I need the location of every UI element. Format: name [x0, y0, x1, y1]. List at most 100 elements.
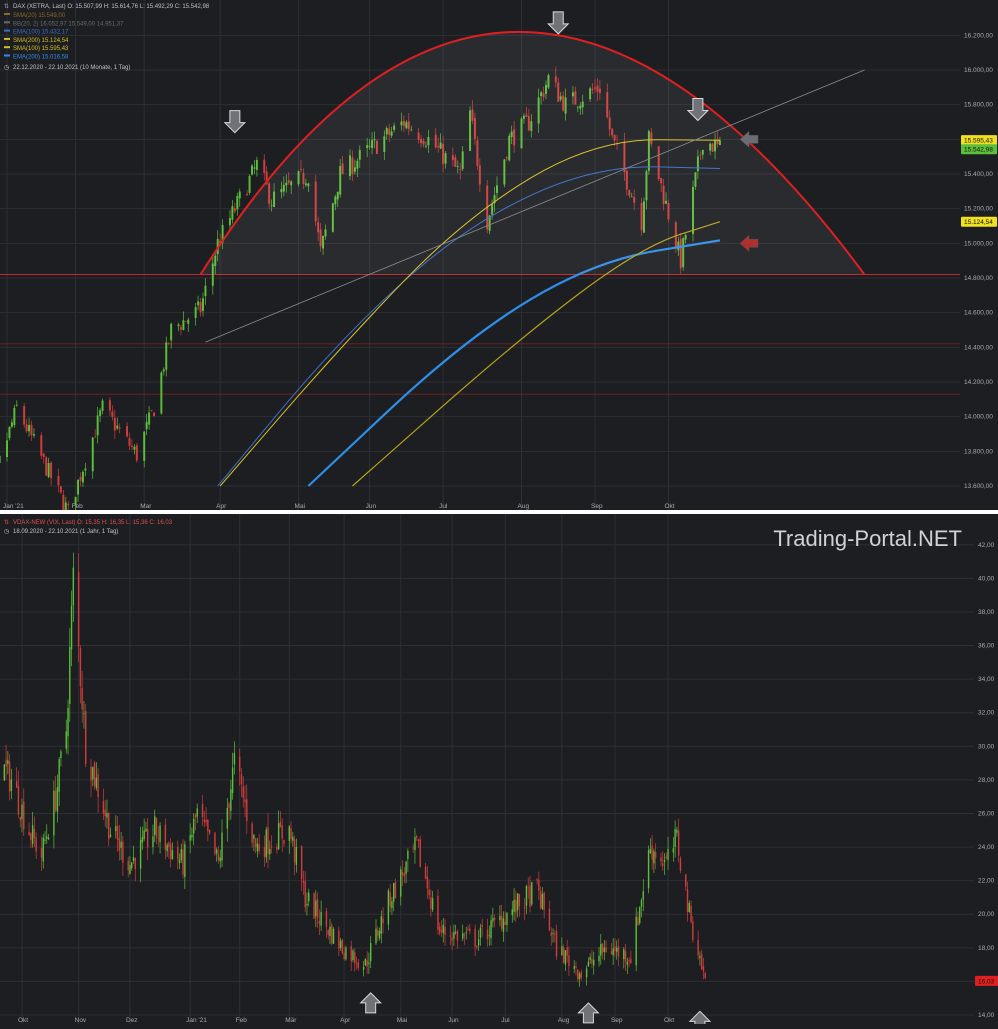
dax-candle-body [57, 475, 60, 485]
vdax-candle-body [626, 961, 629, 965]
vdax-candle-body [97, 774, 99, 797]
vdax-candle-body [17, 786, 20, 815]
vdax-candle-body [531, 882, 533, 905]
vdax-candle [639, 906, 641, 926]
dax-candle-body [246, 193, 249, 196]
vdax-candle-body [118, 838, 121, 851]
vdax-candle-body [555, 931, 558, 957]
vdax-candle-body [44, 839, 46, 841]
vdax-candle-body [362, 966, 365, 970]
vdax-legend-symbol-icon: ⇅ [4, 520, 9, 526]
vdax-candle-body [449, 935, 452, 937]
vdax-candle-body [416, 836, 418, 838]
vdax-candle-body [92, 767, 94, 780]
vdax-candle-body [467, 929, 469, 931]
vdax-candle-body [219, 857, 221, 862]
vdax-candle-body [83, 713, 85, 715]
vdax-candle-body [127, 860, 129, 871]
vdax-candle-body [240, 773, 243, 785]
vdax-candle-body [258, 844, 260, 851]
dax-y-tick-label: 14.000,00 [964, 414, 993, 421]
dax-x-tick-label: Okt [665, 503, 675, 510]
dax-candle-body [47, 462, 50, 478]
dax-price-label: 15.595,43 [964, 138, 993, 145]
dax-y-tick-label: 14.600,00 [964, 310, 993, 317]
vdax-candle-body [332, 928, 335, 944]
dax-candle-body [113, 417, 116, 431]
vdax-candle-body [304, 881, 306, 908]
vdax-candle-body [129, 865, 131, 874]
vdax-candle-body [649, 848, 652, 853]
vdax-candle-body [523, 906, 526, 909]
vdax-candle-body [502, 918, 505, 932]
vdax-candle-body [617, 946, 620, 957]
vdax-candle-body [120, 841, 122, 848]
vdax-candle-body [575, 966, 577, 968]
dax-candle-body [59, 486, 62, 493]
vdax-candle-body [155, 817, 158, 837]
vdax-candle-body [511, 909, 513, 916]
dax-candle-body [133, 446, 136, 450]
vdax-candle-body [662, 863, 664, 866]
dax-candle-body [62, 495, 65, 511]
vdax-candle-body [109, 834, 112, 838]
dax-candle-body [160, 372, 163, 414]
vdax-candle-body [168, 842, 170, 848]
dax-legend-swatch [4, 13, 10, 15]
vdax-candle-body [665, 856, 667, 859]
vdax-candle-body [56, 787, 59, 812]
vdax-candle-body [233, 753, 236, 765]
dax-legend-symbol-icon: ⇅ [4, 4, 9, 10]
vdax-candle-body [601, 943, 604, 953]
vdax-candle-body [630, 958, 632, 964]
dax-candle-body [238, 191, 241, 199]
vdax-candle-body [325, 910, 328, 927]
dax-legend-swatch [4, 29, 10, 32]
vdax-candle-body [276, 846, 278, 851]
dax-y-tick-label: 14.400,00 [964, 344, 993, 351]
vdax-x-tick-label: Okt [18, 1017, 28, 1024]
vdax-y-tick-label: 30,00 [978, 743, 995, 750]
vdax-candle-body [207, 819, 209, 832]
vdax-candle-body [637, 917, 639, 925]
vdax-x-tick-label: Dez [126, 1017, 138, 1024]
vdax-x-tick-label: Jan '21 [186, 1017, 207, 1024]
dax-candle-body [128, 438, 131, 446]
vdax-candle-body [177, 846, 179, 860]
vdax-y-tick-label: 42,00 [978, 542, 995, 549]
vdax-candle-body [21, 804, 23, 820]
dax-candle-body [111, 411, 114, 417]
dax-candle-body [126, 426, 129, 437]
vdax-candle-body [653, 851, 655, 864]
dax-y-tick-label: 13.600,00 [964, 483, 993, 490]
vdax-candle-body [660, 857, 662, 862]
dax-candle [248, 174, 251, 195]
vdax-candle-body [72, 567, 75, 606]
dax-candle-body [79, 477, 82, 481]
dax-candle-body [84, 468, 87, 471]
vdax-candle-body [685, 874, 687, 887]
dax-legend-swatch [4, 21, 10, 24]
dax-candle-body [199, 302, 202, 313]
dax-candle [45, 456, 48, 477]
vdax-candle-body [81, 687, 83, 710]
vdax-candle-body [203, 819, 206, 822]
vdax-candle-body [600, 944, 602, 956]
vdax-candle-body [345, 947, 347, 960]
vdax-candle-body [654, 851, 657, 858]
vdax-candle-body [587, 961, 590, 967]
dax-candle-body [96, 415, 99, 436]
vdax-candle [85, 703, 87, 768]
vdax-candle-body [401, 871, 404, 876]
vdax-candle-body [30, 833, 32, 840]
vdax-candle-body [208, 829, 211, 834]
dax-candle-body [177, 324, 180, 327]
dax-candle-body [101, 400, 104, 411]
vdax-candle-body [157, 837, 159, 839]
vdax-candle-body [368, 962, 370, 964]
vdax-y-tick-label: 26,00 [978, 810, 995, 817]
vdax-candle-body [341, 939, 344, 954]
vdax-candle-body [327, 929, 329, 935]
vdax-candle-body [642, 891, 644, 900]
dax-y-tick-label: 16.000,00 [964, 67, 993, 74]
